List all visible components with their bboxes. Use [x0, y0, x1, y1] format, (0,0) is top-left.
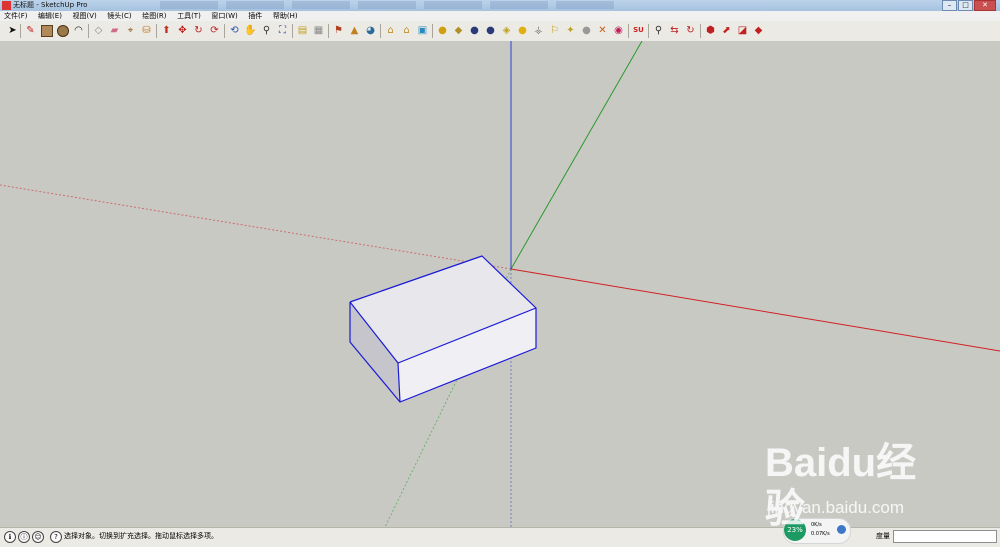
- menu-view[interactable]: 视图(V): [68, 11, 100, 21]
- zoom-extents-icon[interactable]: ⛶: [276, 24, 289, 37]
- paint-bucket-icon[interactable]: ⛁: [140, 24, 153, 37]
- select-arrow-icon[interactable]: ➤: [6, 24, 19, 37]
- background-tab[interactable]: [424, 1, 482, 9]
- watermark-url: jingyan.baidu.com: [767, 498, 905, 517]
- layout-icon[interactable]: ▣: [416, 24, 429, 37]
- tool-rotate-icon[interactable]: ↻: [684, 24, 697, 37]
- components-icon[interactable]: ⚑: [332, 24, 345, 37]
- minimize-button[interactable]: –: [942, 0, 957, 11]
- flag-icon[interactable]: ⚐: [548, 24, 561, 37]
- tool-arrow-icon[interactable]: ⬈: [720, 24, 733, 37]
- bulb-icon[interactable]: ✦: [564, 24, 577, 37]
- rotate-icon[interactable]: ↻: [192, 24, 205, 37]
- green-axis: [510, 41, 643, 270]
- baidu-watermark: Baidu经验 jingyan.baidu.com: [765, 440, 950, 531]
- menu-edit[interactable]: 编辑(E): [34, 11, 66, 21]
- menu-tools[interactable]: 工具(T): [173, 11, 205, 21]
- toolbar-separator: [700, 24, 701, 38]
- tool-cube-icon[interactable]: ⬢: [704, 24, 717, 37]
- geo-location-icon[interactable]: ℹ: [4, 531, 16, 543]
- toolbar-separator: [20, 24, 21, 38]
- plugin-diamond-icon[interactable]: ◈: [500, 24, 513, 37]
- help-icon[interactable]: ?: [50, 531, 62, 543]
- follow-me-icon[interactable]: ⟳: [208, 24, 221, 37]
- dimension-icon[interactable]: ▤: [296, 24, 309, 37]
- background-window-tabs: [160, 1, 720, 10]
- move-icon[interactable]: ✥: [176, 24, 189, 37]
- su-plugin-icon[interactable]: SU: [632, 24, 645, 37]
- share-model-icon[interactable]: ⌂: [400, 24, 413, 37]
- orbit-icon[interactable]: ⟲: [228, 24, 241, 37]
- tool-page-icon[interactable]: ◪: [736, 24, 749, 37]
- pan-icon[interactable]: ✋: [244, 24, 257, 37]
- maximize-button[interactable]: □: [958, 0, 973, 11]
- background-tab[interactable]: [160, 1, 218, 9]
- toolbar-separator: [224, 24, 225, 38]
- rectangle-icon[interactable]: [40, 24, 53, 37]
- tape-measure-icon[interactable]: ⌖: [124, 24, 137, 37]
- toolbar-separator: [380, 24, 381, 38]
- menu-camera[interactable]: 镜头(C): [103, 11, 135, 21]
- background-tab[interactable]: [226, 1, 284, 9]
- sphere-icon[interactable]: ●: [516, 24, 529, 37]
- lamp-icon[interactable]: ⚶: [532, 24, 545, 37]
- watermark-logo: Baidu经验: [765, 441, 917, 531]
- tag-icon[interactable]: ◆: [452, 24, 465, 37]
- arc-icon[interactable]: ◠: [72, 24, 85, 37]
- plugin-r-icon[interactable]: ●: [468, 24, 481, 37]
- toolbar-separator: [628, 24, 629, 38]
- zoom-icon[interactable]: ⚲: [260, 24, 273, 37]
- search-icon[interactable]: ⚲: [652, 24, 665, 37]
- selected-box[interactable]: [349, 255, 537, 403]
- status-message: 选择对象。切换到扩充选择。拖动鼠标选择多项。: [64, 532, 218, 540]
- toolbar-separator: [648, 24, 649, 38]
- toolbar-separator: [156, 24, 157, 38]
- menu-bar: 文件(F) 编辑(E) 视图(V) 镜头(C) 绘图(R) 工具(T) 窗口(W…: [0, 11, 1000, 21]
- credits-icon[interactable]: ⓘ: [18, 531, 30, 543]
- color-wheel-icon[interactable]: ◉: [612, 24, 625, 37]
- sketchup-app-icon: [2, 1, 11, 10]
- dot-icon[interactable]: ●: [580, 24, 593, 37]
- toolbar-separator: [292, 24, 293, 38]
- background-tab[interactable]: [358, 1, 416, 9]
- circle-icon[interactable]: [56, 24, 69, 37]
- red-axis: [510, 268, 1000, 352]
- window-controls: – □ ✕: [941, 0, 996, 11]
- toolbar-separator: [432, 24, 433, 38]
- menu-draw[interactable]: 绘图(R): [138, 11, 170, 21]
- close-button[interactable]: ✕: [974, 0, 996, 11]
- tool-flip-icon[interactable]: ⇆: [668, 24, 681, 37]
- plugin-globe-icon[interactable]: ●: [484, 24, 497, 37]
- make-component-icon[interactable]: ◇: [92, 24, 105, 37]
- menu-window[interactable]: 窗口(W): [207, 11, 241, 21]
- menu-file[interactable]: 文件(F): [0, 11, 32, 21]
- window-title: 无标题 - SketchUp Pro: [13, 1, 88, 9]
- red-axis-negative: [0, 184, 512, 270]
- toolbar-separator: [328, 24, 329, 38]
- warehouse-icon[interactable]: ⌂: [384, 24, 397, 37]
- ruby-m-icon[interactable]: ●: [436, 24, 449, 37]
- background-tab[interactable]: [490, 1, 548, 9]
- text-icon[interactable]: ▦: [312, 24, 325, 37]
- menu-plugins[interactable]: 插件: [244, 11, 266, 21]
- measurements-label: 度量: [876, 532, 890, 540]
- menu-help[interactable]: 帮助(H): [269, 11, 302, 21]
- materials-icon[interactable]: ▲: [348, 24, 361, 37]
- background-tab[interactable]: [556, 1, 614, 9]
- push-pull-icon[interactable]: ⬆: [160, 24, 173, 37]
- beam-icon[interactable]: ✕: [596, 24, 609, 37]
- tool-ruby-icon[interactable]: ◆: [752, 24, 765, 37]
- main-toolbar: ➤ ✎ ◠ ◇ ▰ ⌖ ⛁ ⬆ ✥ ↻ ⟳ ⟲ ✋ ⚲ ⛶ ▤ ▦ ⚑ ▲ ◕ …: [0, 21, 1000, 42]
- account-icon[interactable]: ☺: [32, 531, 44, 543]
- toolbar-separator: [88, 24, 89, 38]
- title-bar: 无标题 - SketchUp Pro – □ ✕: [0, 0, 1000, 11]
- styles-icon[interactable]: ◕: [364, 24, 377, 37]
- background-tab[interactable]: [292, 1, 350, 9]
- eraser-icon[interactable]: ▰: [108, 24, 121, 37]
- pencil-icon[interactable]: ✎: [24, 24, 37, 37]
